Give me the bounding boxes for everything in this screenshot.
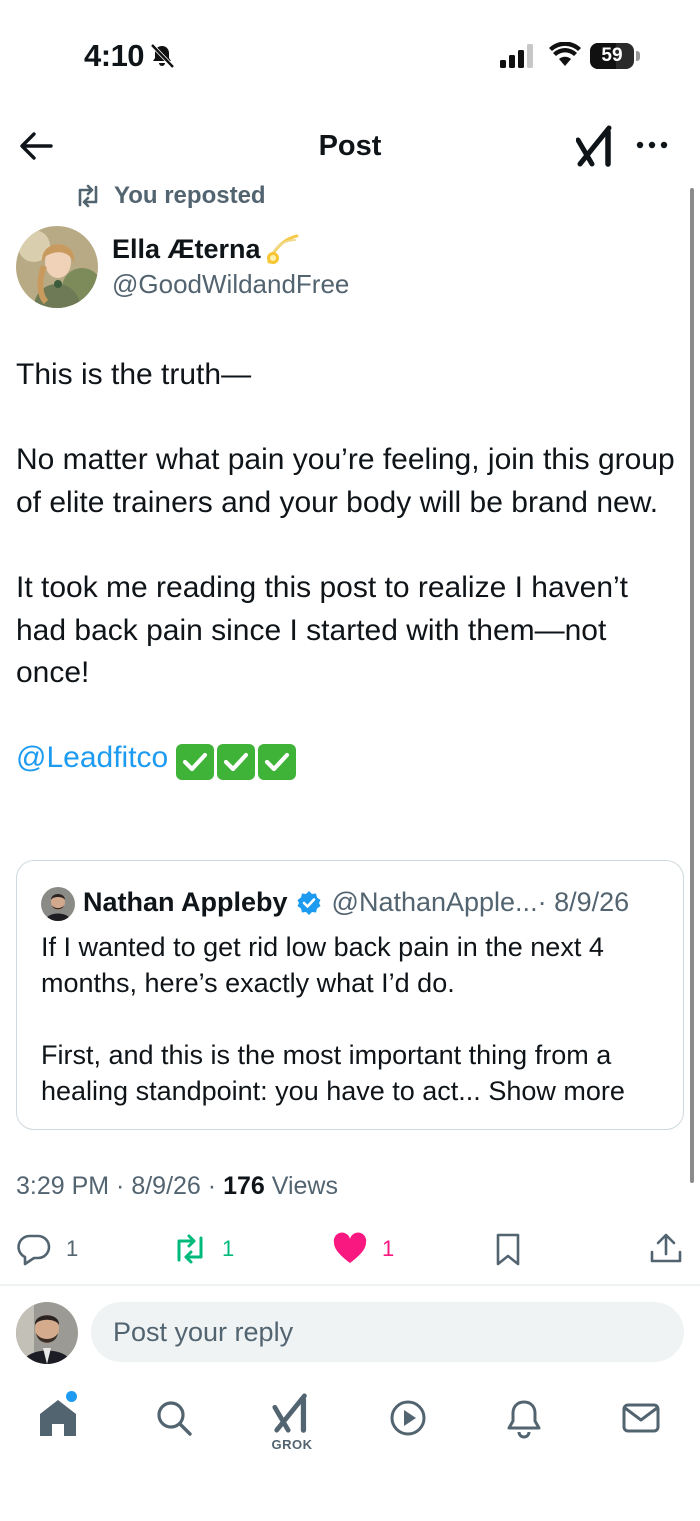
reply-icon [17,1234,51,1266]
bottom-tab-bar [0,1386,700,1466]
comet-emoji-icon [266,234,299,264]
grok-tab-label: GROK [271,1437,313,1452]
bookmark-icon [496,1233,520,1266]
like-button[interactable]: 1 [332,1232,394,1266]
home-icon[interactable] [36,1396,80,1440]
bookmark-button[interactable] [492,1232,528,1266]
user-avatar[interactable] [16,1302,78,1364]
search-icon[interactable] [152,1396,196,1440]
more-options-icon[interactable] [634,138,670,152]
grok-tab-icon [272,1393,307,1433]
reply-count: 1 [66,1236,79,1261]
messages-icon[interactable] [619,1396,663,1440]
repost-indicator: You reposted [74,180,266,212]
heart-icon [333,1232,367,1263]
mention-line: @Leadfitco [16,737,676,781]
battery-level: 59 [601,45,623,66]
repost-icon [177,1234,203,1264]
post-paragraph: This is the truth— [16,358,252,391]
post-paragraph: No matter what pain you’re feeling, join… [16,443,675,519]
quoted-post-card[interactable]: Nathan Appleby @NathanApple... · 8/9/26 … [16,860,684,1130]
status-time: 4:10 [84,38,145,73]
check-emojis [176,744,297,781]
bell-off-icon [150,43,175,69]
views-label: Views [271,1172,338,1200]
mention-link[interactable]: @Leadfitco [16,741,168,774]
repost-icon [78,184,98,208]
author-name[interactable]: Ella Æterna [112,234,261,265]
check-mark-emoji-icon [217,744,256,781]
author-avatar[interactable] [16,226,98,308]
action-bar: 1 1 1 [0,1224,700,1274]
quote-header: Nathan Appleby @NathanApple... · 8/9/26 [83,887,629,918]
author-name-row[interactable]: Ella Æterna [112,232,301,266]
views-count[interactable]: 176 [223,1172,265,1200]
top-header: Post [0,118,700,174]
divider [0,1284,700,1286]
repost-count: 1 [222,1236,235,1261]
check-mark-emoji-icon [258,744,297,781]
video-icon[interactable] [386,1396,430,1440]
post-time: 3:29 PM [16,1172,110,1200]
quote-author-handle[interactable]: @NathanApple... [332,887,538,918]
share-button[interactable] [648,1232,684,1266]
repost-button[interactable]: 1 [172,1232,234,1266]
quote-author-avatar[interactable] [41,887,75,921]
grok-logo-icon[interactable] [576,124,616,168]
quote-body: If I wanted to get rid low back pain in … [41,929,661,1109]
home-notification-dot [66,1391,77,1402]
like-count: 1 [382,1236,395,1261]
status-bar: 4:10 59 [0,0,700,110]
post-meta: 3:29 PM · 8/9/26 · 176 Views [16,1172,338,1200]
notifications-icon[interactable] [502,1396,546,1440]
show-more-link[interactable]: Show more [488,1076,625,1106]
post-date: 8/9/26 [131,1172,201,1200]
quote-paragraph-2: First, and this is the most important th… [41,1037,661,1109]
grok-tab[interactable]: GROK [262,1392,322,1452]
quote-date: · 8/9/26 [537,887,630,917]
reply-input[interactable]: Post your reply [91,1302,684,1362]
cellular-signal-icon [500,44,533,68]
scrollbar[interactable] [690,188,694,1183]
reply-button[interactable]: 1 [16,1232,78,1266]
post-body: This is the truth— No matter what pain y… [16,354,676,781]
repost-label: You reposted [114,182,266,209]
verified-badge-icon [297,890,321,915]
battery-icon: 59 [590,43,640,69]
quote-author-name[interactable]: Nathan Appleby [83,887,288,918]
quote-paragraph: If I wanted to get rid low back pain in … [41,932,604,998]
post-paragraph: It took me reading this post to realize … [16,570,628,690]
wifi-icon [549,42,581,66]
share-icon [650,1233,682,1263]
check-mark-emoji-icon [176,744,215,781]
author-handle[interactable]: @GoodWildandFree [112,269,349,300]
